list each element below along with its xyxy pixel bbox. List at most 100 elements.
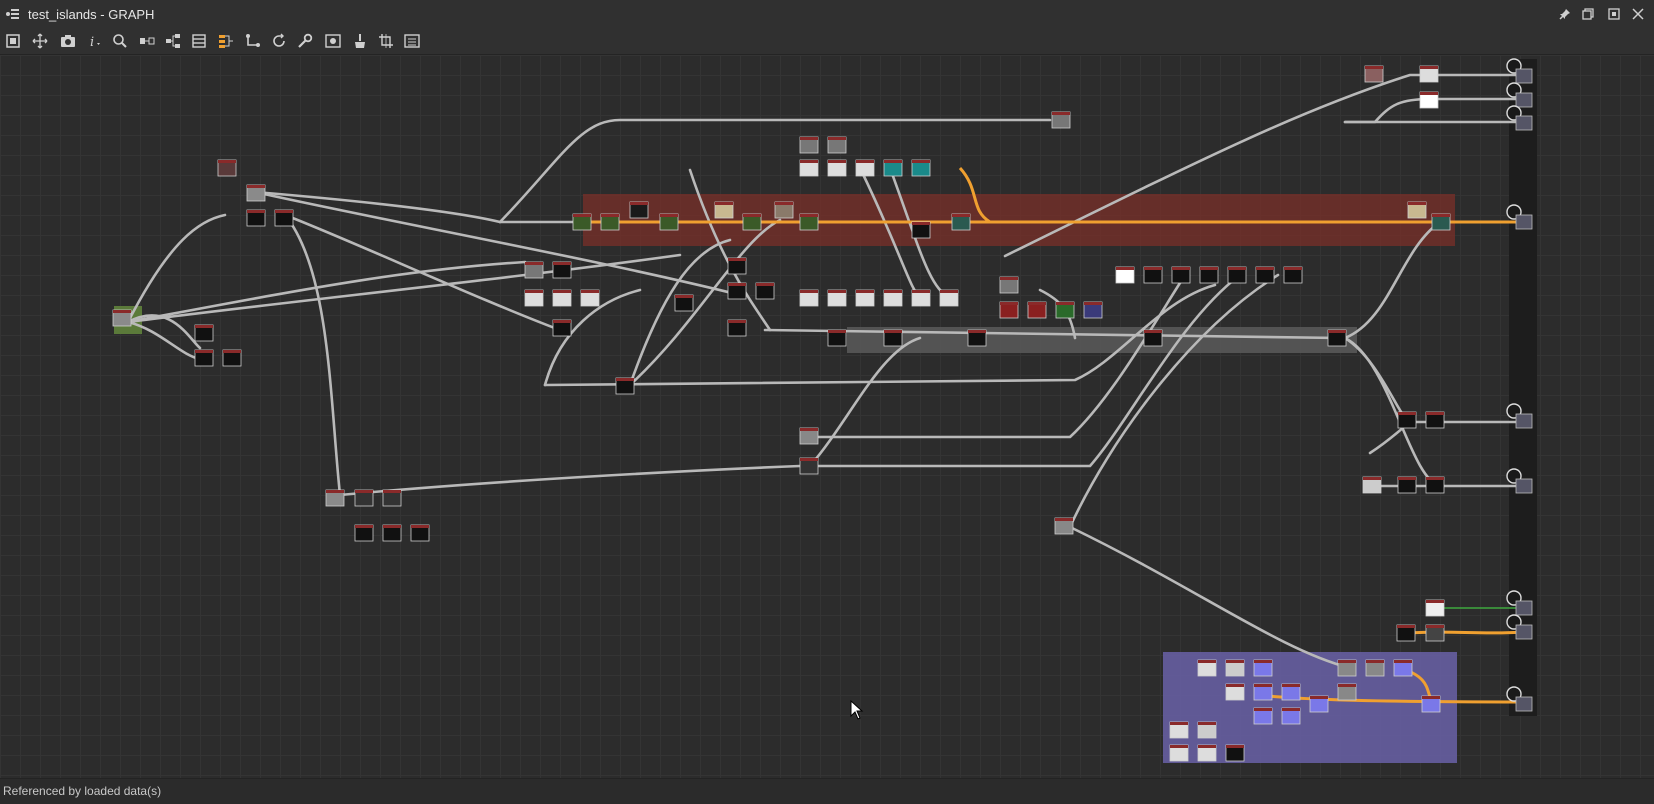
graph-icon bbox=[6, 9, 19, 19]
graph-node-header bbox=[355, 525, 373, 528]
graph-node-header bbox=[1000, 277, 1018, 280]
graph-node-header bbox=[1170, 722, 1188, 725]
screenshot-icon[interactable] bbox=[57, 31, 79, 51]
graph-node-header bbox=[383, 525, 401, 528]
graph-node-header bbox=[411, 525, 429, 528]
search-icon[interactable] bbox=[109, 31, 131, 51]
graph-node-header bbox=[1172, 267, 1190, 270]
graph-node-header bbox=[1338, 684, 1356, 687]
output-node[interactable] bbox=[1515, 600, 1533, 616]
graph-node-header bbox=[1432, 214, 1450, 217]
crop-icon[interactable] bbox=[375, 31, 397, 51]
graph-canvas[interactable] bbox=[0, 55, 1654, 778]
graph-node-header bbox=[1198, 745, 1216, 748]
graph-node-header bbox=[728, 320, 746, 323]
graph-node-header bbox=[1284, 267, 1302, 270]
graph-node-header bbox=[326, 490, 344, 493]
graph-node-header bbox=[581, 290, 599, 293]
output-node[interactable] bbox=[1515, 68, 1533, 84]
wires bbox=[126, 73, 1527, 670]
graph-node-header bbox=[1365, 66, 1383, 69]
output-node[interactable] bbox=[1515, 413, 1533, 429]
graph-node-header bbox=[660, 214, 678, 217]
graph-node-header bbox=[1426, 600, 1444, 603]
graph-node-header bbox=[1226, 660, 1244, 663]
output-node[interactable] bbox=[1515, 214, 1533, 230]
layers-icon[interactable] bbox=[188, 31, 210, 51]
frame-all-icon[interactable] bbox=[2, 31, 24, 51]
graph-node-header bbox=[616, 378, 634, 381]
node-graph[interactable] bbox=[0, 55, 1654, 778]
graph-node-header bbox=[630, 202, 648, 205]
svg-text:i: i bbox=[90, 35, 94, 49]
graph-node-header bbox=[383, 490, 401, 493]
close-icon[interactable] bbox=[1630, 6, 1646, 22]
graph-node-header bbox=[1144, 267, 1162, 270]
graph-node-header bbox=[952, 214, 970, 217]
graph-node-header bbox=[800, 290, 818, 293]
graph-node-header bbox=[728, 283, 746, 286]
graph-node-header bbox=[1200, 267, 1218, 270]
graph-node-header bbox=[715, 202, 733, 205]
graph-node-header bbox=[1282, 708, 1300, 711]
output-node[interactable] bbox=[1515, 478, 1533, 494]
graph-node-header bbox=[553, 290, 571, 293]
preview-icon[interactable] bbox=[322, 31, 344, 51]
graph-node-header bbox=[113, 310, 131, 313]
graph-node-header bbox=[940, 290, 958, 293]
frame-red[interactable] bbox=[583, 194, 1455, 246]
graph-node-header bbox=[800, 214, 818, 217]
graph-toolbar: i bbox=[0, 28, 1654, 55]
info-icon[interactable]: i bbox=[84, 31, 106, 51]
output-node[interactable] bbox=[1515, 696, 1533, 712]
graph-node-header bbox=[1422, 696, 1440, 699]
graph-node-header bbox=[1310, 696, 1328, 699]
output-node[interactable] bbox=[1515, 92, 1533, 108]
graph-node-header bbox=[195, 350, 213, 353]
brush-icon[interactable] bbox=[349, 31, 371, 51]
graph-node-header bbox=[247, 210, 265, 213]
pin-icon[interactable] bbox=[1557, 6, 1573, 22]
graph-node-header bbox=[884, 160, 902, 163]
frame-gray[interactable] bbox=[847, 327, 1357, 353]
graph-node-header bbox=[884, 330, 902, 333]
graph-node-header bbox=[275, 210, 293, 213]
pipeline-icon[interactable] bbox=[215, 31, 237, 51]
graph-node-header bbox=[912, 222, 930, 225]
graph-node-header bbox=[1226, 745, 1244, 748]
graph-node-header bbox=[573, 214, 591, 217]
graph-node-header bbox=[1366, 660, 1384, 663]
connector-icon[interactable] bbox=[242, 31, 264, 51]
graph-node-header bbox=[1338, 660, 1356, 663]
graph-node-header bbox=[1052, 112, 1070, 115]
graph-node-header bbox=[675, 295, 693, 298]
fit-view-icon[interactable] bbox=[29, 31, 51, 51]
align-nodes-icon[interactable] bbox=[136, 31, 158, 51]
hierarchy-icon[interactable] bbox=[162, 31, 184, 51]
graph-node-header bbox=[1282, 684, 1300, 687]
graph-node-header bbox=[856, 290, 874, 293]
graph-node-header bbox=[195, 325, 213, 328]
graph-node-header bbox=[1254, 660, 1272, 663]
graph-node-header bbox=[828, 290, 846, 293]
graph-node-header bbox=[355, 490, 373, 493]
output-node[interactable] bbox=[1515, 624, 1533, 640]
graph-node-header bbox=[1426, 412, 1444, 415]
graph-node-header bbox=[1198, 660, 1216, 663]
restore-icon[interactable] bbox=[1580, 6, 1596, 22]
graph-node-header bbox=[1254, 708, 1272, 711]
graph-node-header bbox=[1028, 302, 1046, 305]
refresh-icon[interactable] bbox=[268, 31, 290, 51]
output-node[interactable] bbox=[1515, 115, 1533, 131]
wrench-icon[interactable] bbox=[294, 31, 316, 51]
graph-node-header bbox=[1084, 302, 1102, 305]
graph-node-header bbox=[1363, 477, 1381, 480]
graph-node-header bbox=[247, 185, 265, 188]
graph-node-header bbox=[1328, 330, 1346, 333]
maximize-icon[interactable] bbox=[1606, 6, 1622, 22]
graph-node-header bbox=[1397, 625, 1415, 628]
status-bar: Referenced by loaded data(s) bbox=[0, 778, 1654, 804]
graph-node-header bbox=[1426, 477, 1444, 480]
list-icon[interactable] bbox=[401, 31, 423, 51]
graph-node-header bbox=[800, 137, 818, 140]
